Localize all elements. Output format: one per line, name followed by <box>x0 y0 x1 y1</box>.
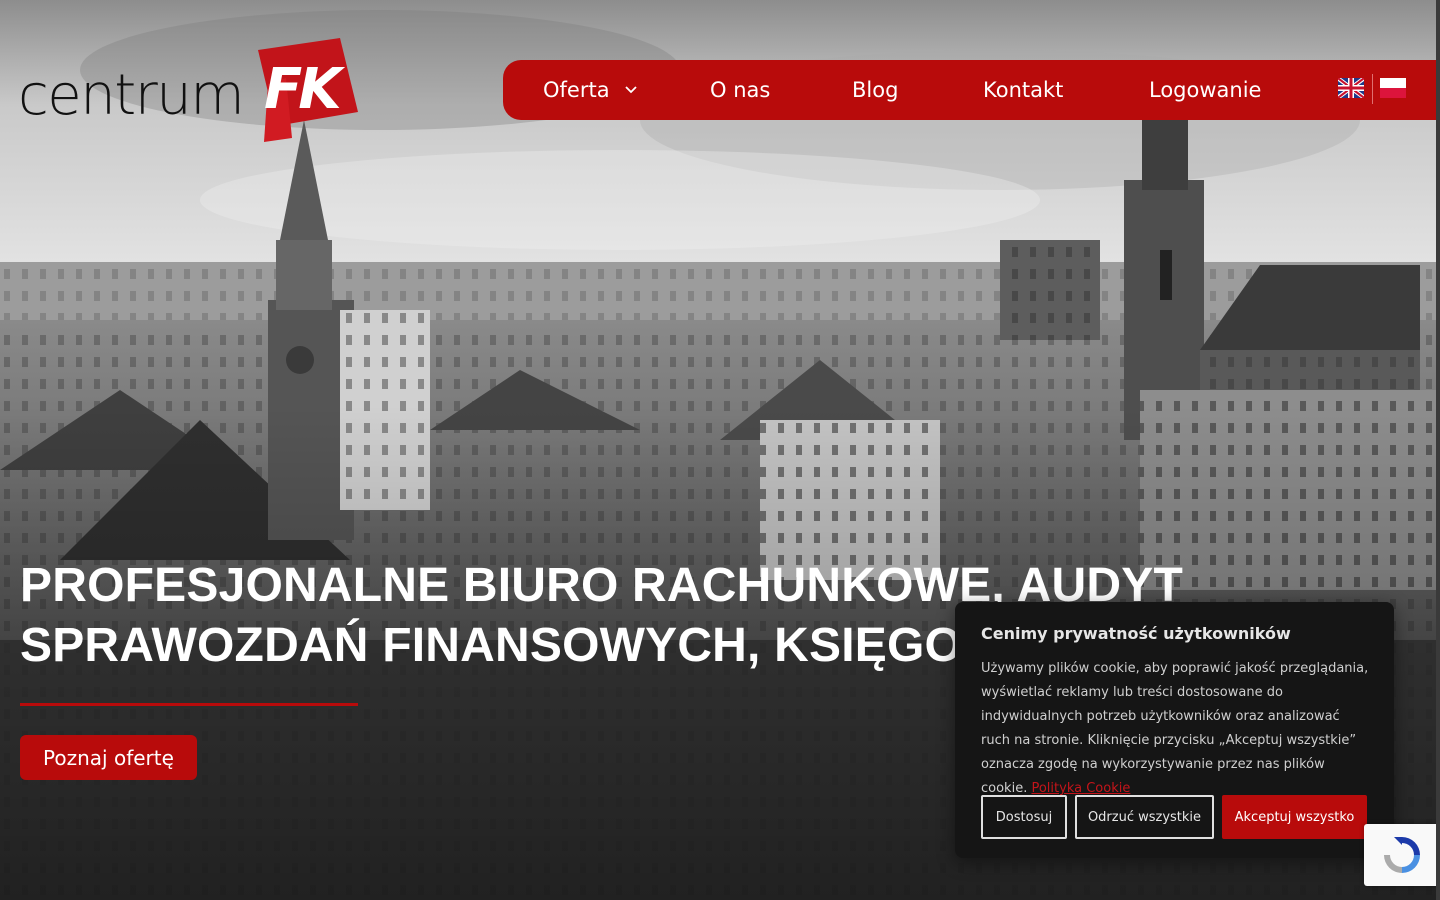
cookie-text: Używamy plików cookie, aby poprawić jako… <box>981 657 1371 801</box>
main-navigation: Oferta O nas Blog Kontakt Logowanie <box>503 60 1440 120</box>
nav-item-label: Oferta <box>543 78 610 102</box>
nav-separator <box>1372 74 1373 104</box>
chevron-down-icon <box>624 86 637 94</box>
customize-button[interactable]: Dostosuj <box>981 795 1067 839</box>
recaptcha-icon <box>1384 837 1420 873</box>
cookie-description: Używamy plików cookie, aby poprawić jako… <box>981 661 1369 796</box>
headline-divider <box>20 703 358 706</box>
cookie-title: Cenimy prywatność użytkowników <box>981 624 1291 643</box>
pl-flag-icon[interactable] <box>1380 78 1406 98</box>
nav-item-label: Logowanie <box>1149 78 1262 102</box>
cookie-policy-link[interactable]: Polityka Cookie <box>1031 781 1130 796</box>
nav-item-label: Blog <box>852 78 899 102</box>
logo-mark-icon: FK <box>258 38 358 142</box>
nav-item-label: Kontakt <box>983 78 1064 102</box>
see-offer-button[interactable]: Poznaj ofertę <box>20 735 197 780</box>
logo-text: centrum <box>18 63 245 128</box>
site-logo[interactable]: centrum FK <box>18 38 358 142</box>
nav-item-kontakt[interactable]: Kontakt <box>983 60 1063 120</box>
nav-item-o-nas[interactable]: O nas <box>710 60 770 120</box>
reject-all-button[interactable]: Odrzuć wszystkie <box>1075 795 1214 839</box>
nav-item-logowanie[interactable]: Logowanie <box>1149 60 1261 120</box>
accept-all-button[interactable]: Akceptuj wszystko <box>1222 795 1367 839</box>
page-scrollbar[interactable] <box>1436 0 1440 900</box>
logo-mark-text: FK <box>264 57 345 122</box>
nav-item-oferta[interactable]: Oferta <box>543 60 638 120</box>
nav-item-label: O nas <box>710 78 771 102</box>
recaptcha-badge[interactable] <box>1364 824 1440 886</box>
uk-flag-icon[interactable] <box>1338 78 1364 98</box>
cookie-buttons: Dostosuj Odrzuć wszystkie Akceptuj wszys… <box>981 795 1367 839</box>
cookie-consent-panel: Cenimy prywatność użytkowników Używamy p… <box>955 602 1394 858</box>
nav-item-blog[interactable]: Blog <box>852 60 898 120</box>
